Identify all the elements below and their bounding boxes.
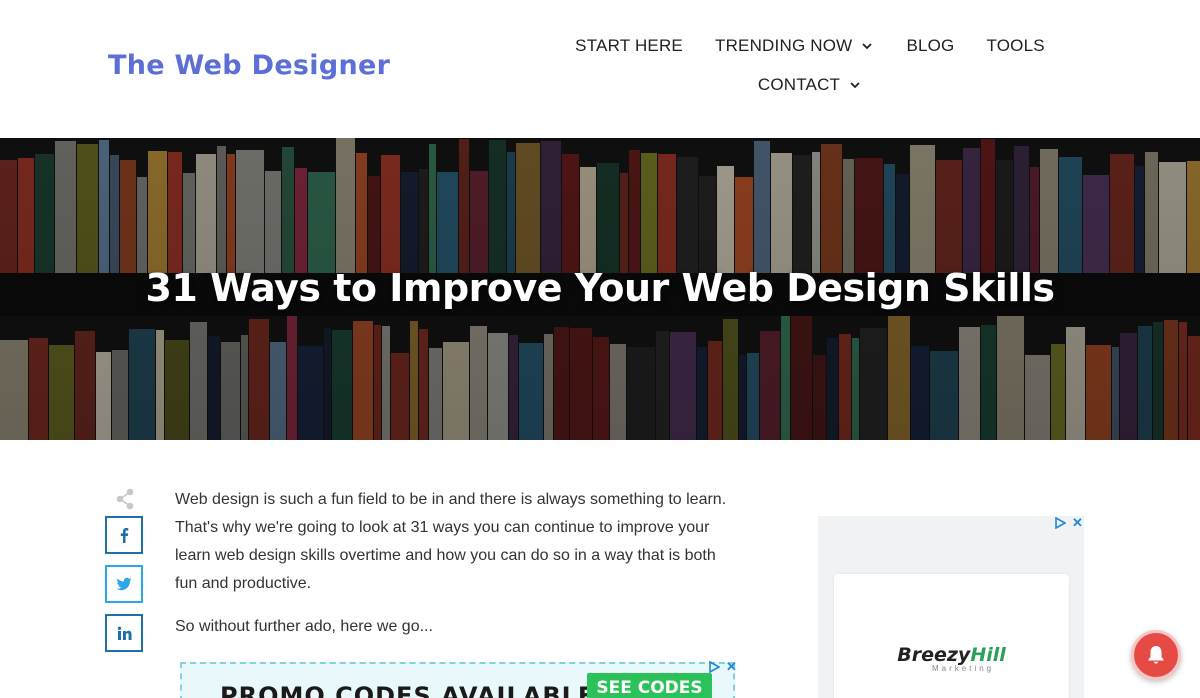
close-icon[interactable]: ✕ — [726, 659, 737, 675]
adchoices-icon — [1055, 517, 1066, 529]
nav-item-label: TRENDING NOW — [714, 36, 853, 55]
nav-row-2: CONTACT — [560, 69, 1060, 101]
hero-banner: 31 Ways to Improve Your Web Design Skill… — [0, 138, 1200, 440]
nav-item-trending-now[interactable]: TRENDING NOW — [715, 36, 874, 56]
promo-ad-text: PROMO CODES AVAILABLE — [220, 682, 596, 698]
brand-name-part2: Hill — [970, 644, 1006, 666]
nav-item-label: CONTACT — [757, 75, 841, 94]
sidebar-ad-card[interactable]: BreezyHill Marketing — [834, 574, 1069, 698]
site-header: The Web Designer START HERE TRENDING NOW… — [0, 0, 1200, 138]
nav-item-label: TOOLS — [986, 36, 1045, 55]
article-paragraph: So without further ado, here we go... — [175, 618, 433, 635]
see-codes-button[interactable]: SEE CODES — [587, 673, 712, 698]
sidebar-ad-brand: BreezyHill Marketing — [834, 644, 1069, 673]
promo-ad-banner[interactable]: PROMO CODES AVAILABLE SEE CODES — [180, 662, 735, 698]
brand-tagline: Marketing — [932, 664, 995, 673]
twitter-share-button[interactable] — [105, 565, 143, 603]
linkedin-share-button[interactable] — [105, 614, 143, 652]
adchoices-icon — [709, 661, 720, 673]
nav-row-1: START HERE TRENDING NOW BLOG TOOLS — [560, 30, 1060, 62]
article-body: Web design is such a fun field to be in … — [175, 486, 740, 641]
chevron-down-icon — [862, 43, 873, 50]
twitter-icon — [116, 577, 132, 591]
article-paragraph: Web design is such a fun field to be in … — [175, 491, 727, 592]
nav-item-contact[interactable]: CONTACT — [758, 75, 862, 95]
nav-item-blog[interactable]: BLOG — [906, 36, 954, 56]
nav-item-start-here[interactable]: START HERE — [575, 36, 683, 56]
share-bar — [105, 488, 145, 663]
page-title: 31 Ways to Improve Your Web Design Skill… — [145, 266, 1055, 310]
main-nav: START HERE TRENDING NOW BLOG TOOLS CONTA… — [560, 30, 1060, 101]
bell-icon — [1148, 646, 1164, 664]
sidebar-ad-choices[interactable]: ✕ — [1055, 515, 1083, 531]
share-icon — [116, 488, 134, 510]
site-logo[interactable]: The Web Designer — [108, 50, 390, 81]
close-icon[interactable]: ✕ — [1072, 515, 1083, 531]
nav-item-tools[interactable]: TOOLS — [986, 36, 1044, 56]
promo-ad-choices[interactable]: ✕ — [709, 659, 737, 675]
facebook-share-button[interactable] — [105, 516, 143, 554]
chevron-down-icon — [850, 82, 860, 89]
linkedin-icon — [117, 626, 131, 640]
nav-item-label: BLOG — [906, 36, 955, 55]
nav-item-label: START HERE — [575, 36, 683, 55]
notification-bell-button[interactable] — [1131, 630, 1181, 680]
sidebar-ad[interactable]: BreezyHill Marketing — [818, 516, 1084, 698]
brand-name-part1: Breezy — [897, 644, 971, 666]
facebook-icon — [120, 528, 129, 543]
